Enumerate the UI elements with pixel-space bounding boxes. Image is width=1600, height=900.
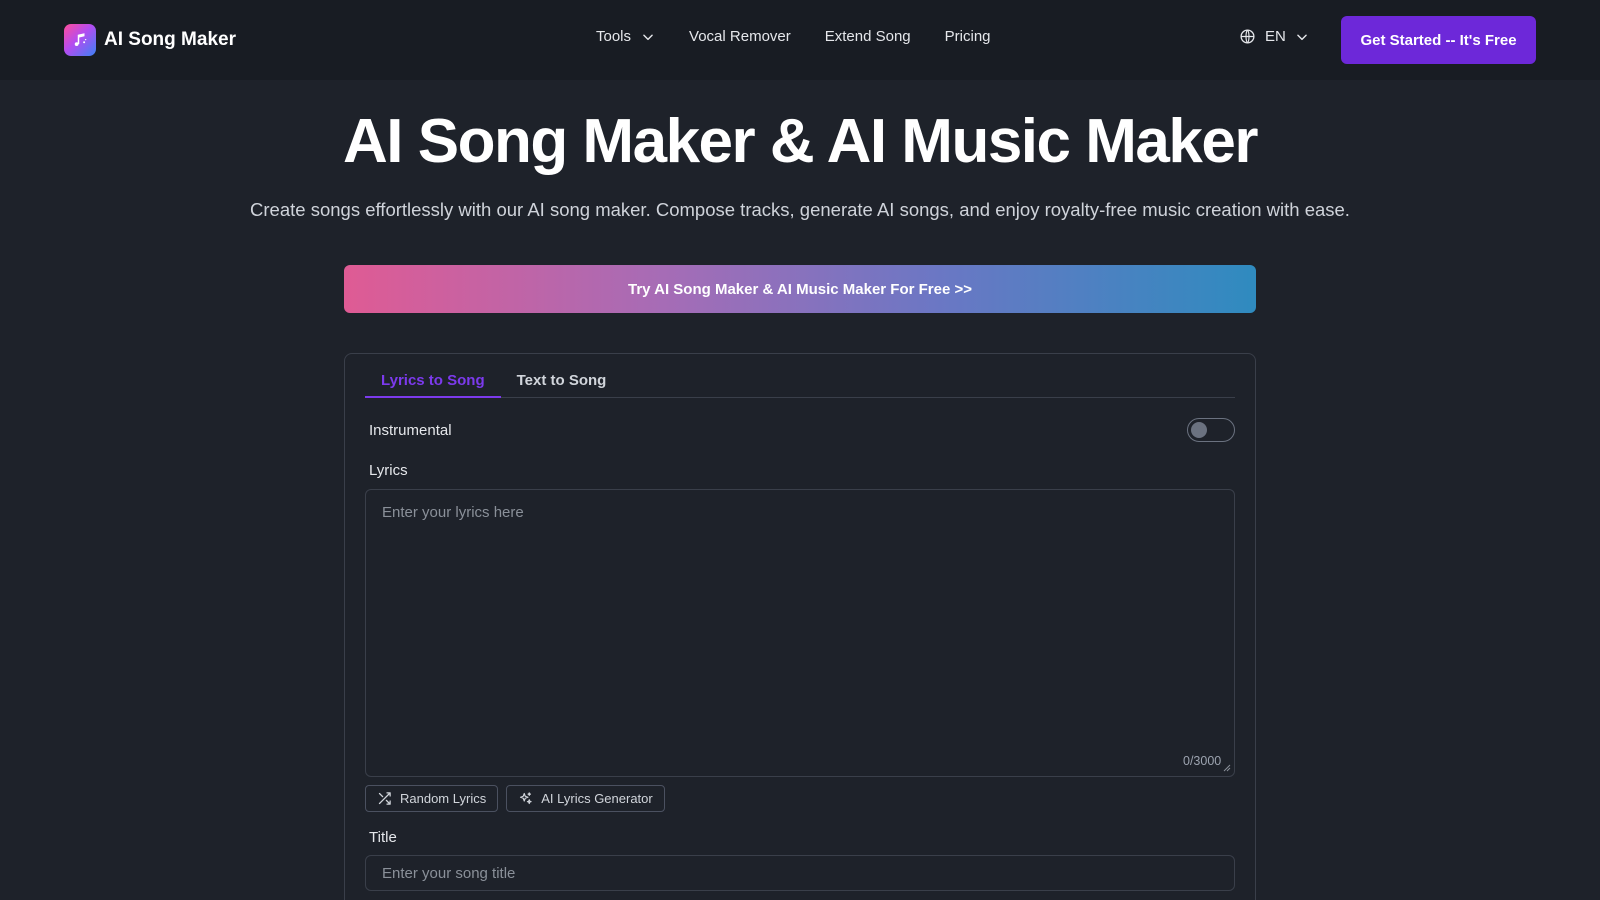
tab-text-to-song[interactable]: Text to Song bbox=[501, 366, 623, 398]
music-note-icon bbox=[64, 24, 96, 56]
language-label: EN bbox=[1265, 28, 1286, 45]
instrumental-label: Instrumental bbox=[369, 421, 452, 439]
mode-tabs: Lyrics to Song Text to Song bbox=[365, 366, 1235, 398]
page-subtitle: Create songs effortlessly with our AI so… bbox=[250, 199, 1350, 220]
sparkles-icon bbox=[518, 791, 533, 806]
title-label: Title bbox=[369, 829, 397, 846]
random-lyrics-button[interactable]: Random Lyrics bbox=[365, 785, 499, 812]
nav-item-tools[interactable]: Tools bbox=[596, 28, 655, 45]
nav-item-pricing[interactable]: Pricing bbox=[945, 28, 991, 45]
song-generator-card: Lyrics to Song Text to Song Instrumental… bbox=[344, 353, 1256, 900]
nav-item-vocal-remover[interactable]: Vocal Remover bbox=[689, 28, 791, 45]
globe-icon bbox=[1239, 28, 1256, 45]
page-title: AI Song Maker & AI Music Maker bbox=[343, 107, 1258, 176]
chevron-down-icon bbox=[1295, 30, 1309, 44]
ai-lyrics-generator-label: AI Lyrics Generator bbox=[541, 791, 653, 806]
toggle-knob bbox=[1191, 422, 1207, 438]
shuffle-icon bbox=[377, 791, 392, 806]
try-free-button[interactable]: Try AI Song Maker & AI Music Maker For F… bbox=[344, 265, 1256, 313]
lyrics-label: Lyrics bbox=[369, 462, 408, 479]
lyrics-char-counter: 0/3000 bbox=[1183, 754, 1222, 768]
main-nav: Tools Vocal Remover Extend Song Pricing bbox=[596, 28, 991, 45]
song-title-input[interactable] bbox=[365, 855, 1235, 891]
resize-handle-icon[interactable] bbox=[1223, 764, 1231, 772]
get-started-button[interactable]: Get Started -- It's Free bbox=[1341, 16, 1536, 64]
chevron-down-icon bbox=[641, 30, 655, 44]
tab-lyrics-to-song[interactable]: Lyrics to Song bbox=[365, 366, 501, 398]
lyrics-actions: Random Lyrics AI Lyrics Generator bbox=[365, 785, 665, 812]
nav-item-extend-song[interactable]: Extend Song bbox=[825, 28, 911, 45]
ai-lyrics-generator-button[interactable]: AI Lyrics Generator bbox=[506, 785, 665, 812]
language-selector[interactable]: EN bbox=[1239, 28, 1309, 45]
instrumental-row: Instrumental bbox=[369, 417, 1235, 443]
nav-item-label: Extend Song bbox=[824, 28, 911, 45]
nav-item-label: Vocal Remover bbox=[689, 28, 791, 45]
lyrics-input[interactable] bbox=[365, 489, 1235, 777]
site-header: AI Song Maker Tools Vocal Remover Extend… bbox=[0, 0, 1600, 80]
instrumental-toggle[interactable] bbox=[1187, 418, 1235, 442]
nav-item-label: Pricing bbox=[944, 28, 991, 45]
nav-item-label: Tools bbox=[596, 28, 632, 45]
logo[interactable]: AI Song Maker bbox=[64, 24, 236, 56]
logo-text: AI Song Maker bbox=[104, 29, 236, 50]
random-lyrics-label: Random Lyrics bbox=[400, 791, 487, 806]
